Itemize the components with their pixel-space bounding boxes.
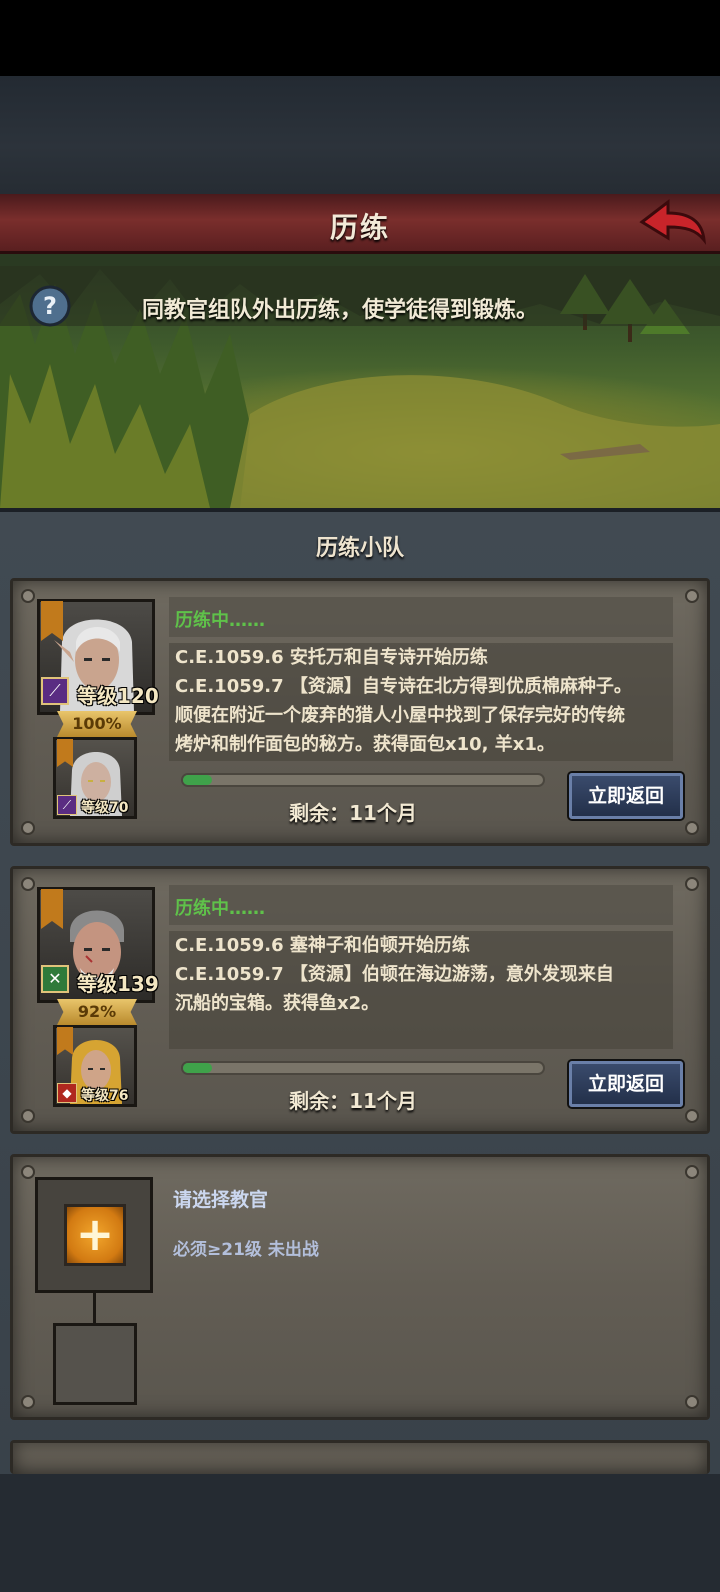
- help-button[interactable]: ?: [28, 284, 72, 328]
- trip-progress-bar: [181, 1061, 545, 1075]
- apprentice-level: 等级70: [81, 800, 129, 816]
- training-status: 历练中……: [175, 610, 265, 631]
- event-log: C.E.1059.6 塞神子和伯顿开始历练 C.E.1059.7 【资源】伯顿在…: [169, 931, 673, 1049]
- rivet: [685, 1165, 699, 1179]
- rivet: [21, 1109, 35, 1123]
- add-instructor-button[interactable]: +: [64, 1204, 126, 1266]
- section-title: 历练小队: [315, 536, 404, 561]
- instructor-level: 等级139: [77, 972, 159, 996]
- sword-class-icon: ✕: [41, 965, 69, 993]
- apprentice-slot[interactable]: [53, 1323, 137, 1405]
- instructor-requirement: 必须≥21级 未出战: [173, 1240, 319, 1260]
- select-instructor-label: 请选择教官: [173, 1189, 269, 1211]
- rivet: [685, 1109, 699, 1123]
- trip-progress-bar: [181, 773, 545, 787]
- instructor-progress: 100%: [57, 711, 137, 737]
- return-now-button[interactable]: 立即返回: [569, 1061, 683, 1107]
- team-card-2: ✕ 等级139 92% ◆ 等级76 历练中…… C.E.1059.6 塞神子和…: [10, 866, 710, 1134]
- rivet: [21, 877, 35, 891]
- question-icon: ?: [29, 285, 71, 327]
- status-box: 历练中……: [169, 885, 673, 925]
- status-box: 历练中……: [169, 597, 673, 637]
- bottom-area: [0, 1474, 720, 1592]
- banner-description: 同教官组队外出历练，使学徒得到锻炼。: [142, 298, 539, 323]
- log-line: 烤炉和制作面包的秘方。获得面包x10, 羊x1。: [175, 734, 555, 755]
- trip-progress-fill: [183, 775, 212, 785]
- log-line: 沉船的宝箱。获得鱼x2。: [175, 993, 380, 1014]
- instructor-slot[interactable]: +: [35, 1177, 153, 1293]
- event-log: C.E.1059.6 安托万和自专诗开始历练 C.E.1059.7 【资源】自专…: [169, 643, 673, 761]
- back-arrow-icon: [639, 198, 707, 245]
- header-spacer: [0, 76, 720, 194]
- apprentice-level: 等级76: [81, 1088, 129, 1104]
- title-bar: 历练: [0, 194, 720, 254]
- next-team-card: [10, 1440, 710, 1474]
- rivet: [685, 1395, 699, 1409]
- log-line: C.E.1059.7 【资源】自专诗在北方得到优质棉麻种子。: [175, 676, 632, 697]
- staff-class-icon: ⟋: [57, 795, 77, 815]
- rivet: [21, 1165, 35, 1179]
- log-line: C.E.1059.6 安托万和自专诗开始历练: [175, 647, 488, 668]
- remaining-time: 剩余：11个月: [289, 801, 417, 825]
- log-line: C.E.1059.7 【资源】伯顿在海边游荡，意外发现来自: [175, 964, 614, 985]
- status-bar: [0, 0, 720, 76]
- slot-connector: [93, 1293, 96, 1323]
- plus-icon: +: [75, 1207, 115, 1261]
- team-card-1: ⟋ 等级120 100% ⟋ 等级70 历练中…… C.E.1059.6 安托万…: [10, 578, 710, 846]
- svg-text:?: ?: [43, 292, 57, 320]
- page-title: 历练: [329, 211, 390, 244]
- training-status: 历练中……: [175, 898, 265, 919]
- return-now-button[interactable]: 立即返回: [569, 773, 683, 819]
- rivet: [685, 821, 699, 835]
- trip-progress-fill: [183, 1063, 212, 1073]
- instructor-progress: 92%: [57, 999, 137, 1025]
- empty-team-card: + 请选择教官 必须≥21级 未出战: [10, 1154, 710, 1420]
- remaining-time: 剩余：11个月: [289, 1089, 417, 1113]
- back-button[interactable]: [638, 196, 708, 246]
- rivet: [21, 589, 35, 603]
- staff-class-icon: ⟋: [41, 677, 69, 705]
- banner-forest: ? 同教官组队外出历练，使学徒得到锻炼。: [0, 254, 720, 508]
- rivet: [21, 821, 35, 835]
- chicken-class-icon: ◆: [57, 1083, 77, 1103]
- log-line: C.E.1059.6 塞神子和伯顿开始历练: [175, 935, 470, 956]
- rivet: [685, 589, 699, 603]
- description-strip: ? 同教官组队外出历练，使学徒得到锻炼。: [0, 266, 720, 328]
- rivet: [21, 1395, 35, 1409]
- log-line: 顺便在附近一个废弃的猎人小屋中找到了保存完好的传统: [175, 705, 625, 726]
- instructor-level: 等级120: [77, 684, 159, 708]
- rivet: [685, 877, 699, 891]
